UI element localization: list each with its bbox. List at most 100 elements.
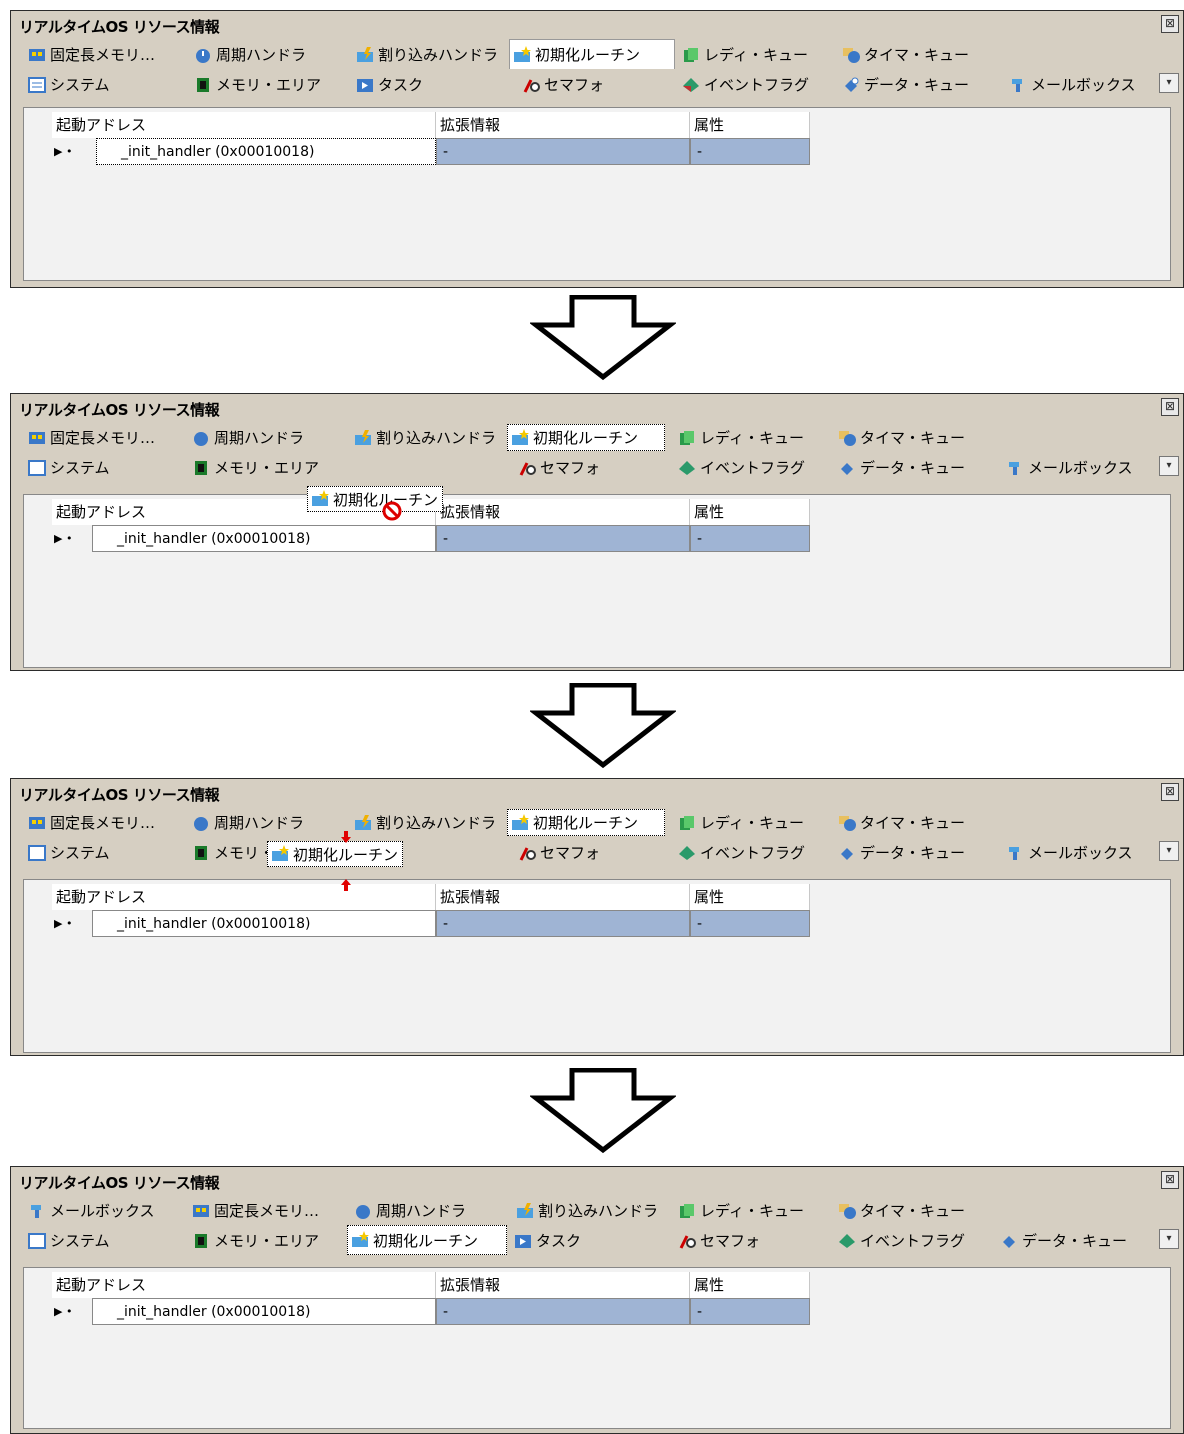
tab-timer-queue[interactable]: タイマ・キュー <box>835 424 965 451</box>
memory-pool-icon <box>27 429 47 447</box>
tab-overflow-dropdown[interactable]: ▾ <box>1159 1229 1179 1249</box>
tab-event-flag[interactable]: イベントフラグ <box>675 839 805 866</box>
tab-memory-area[interactable]: メモリ・エリア <box>189 454 319 481</box>
expand-toggle[interactable]: ▶ • <box>54 1298 94 1325</box>
close-button[interactable]: ⊠ <box>1161 398 1179 416</box>
table-row[interactable]: _init_handler (0x00010018) <box>96 138 436 165</box>
tab-system[interactable]: システム <box>25 454 110 481</box>
tab-mailbox[interactable]: メールボックス <box>25 1197 155 1224</box>
tab-init-routine[interactable]: 初期化ルーチン <box>509 39 675 69</box>
column-header-attr[interactable]: 属性 <box>690 499 810 525</box>
tab-fixed-memory[interactable]: 固定長メモリ… <box>25 424 155 451</box>
mailbox-icon <box>1008 76 1028 94</box>
table-row[interactable]: _init_handler (0x00010018) <box>92 910 436 937</box>
column-header-attr[interactable]: 属性 <box>690 112 810 138</box>
queue-icon <box>677 1202 697 1220</box>
folder-star-icon <box>510 428 530 447</box>
drop-marker-down-icon <box>341 831 351 843</box>
tab-timer-queue[interactable]: タイマ・キュー <box>835 1197 965 1224</box>
tab-memory-area[interactable]: メモリ・エリア <box>191 71 321 98</box>
tab-ready-queue[interactable]: レディ・キュー <box>675 1197 804 1224</box>
tab-task[interactable]: タスク <box>353 71 423 98</box>
tab-init-routine[interactable]: 初期化ルーチン <box>347 1225 507 1255</box>
tab-data-queue[interactable]: データ・キュー <box>835 839 965 866</box>
tab-overflow-dropdown[interactable]: ▾ <box>1159 73 1179 93</box>
tab-timer-queue[interactable]: タイマ・キュー <box>839 41 969 68</box>
resource-panel-3: リアルタイムOS リソース情報 ⊠ 固定長メモリ… 周期ハンドラ 割り込みハンド… <box>10 778 1184 1056</box>
tab-cyclic-handler[interactable]: 周期ハンドラ <box>351 1197 466 1224</box>
tab-ready-queue[interactable]: レディ・キュー <box>679 41 808 68</box>
tab-event-flag[interactable]: イベントフラグ <box>835 1227 965 1254</box>
column-header-ext[interactable]: 拡張情報 <box>436 1272 690 1298</box>
tab-data-queue[interactable]: データ・キュー <box>839 71 969 98</box>
expand-toggle[interactable]: ▶ • <box>54 910 94 937</box>
tab-mailbox[interactable]: メールボックス <box>1006 71 1136 98</box>
table-row[interactable]: _init_handler (0x00010018) <box>92 1298 436 1325</box>
tab-cyclic-handler[interactable]: 周期ハンドラ <box>191 41 306 68</box>
cell-ext: - <box>436 1298 690 1325</box>
tab-semaphore[interactable]: セマフォ <box>675 1227 760 1254</box>
tab-mailbox[interactable]: メールボックス <box>1003 839 1133 866</box>
tab-init-routine[interactable]: 初期化ルーチン <box>507 809 665 836</box>
column-header-attr[interactable]: 属性 <box>690 1272 810 1298</box>
tab-semaphore[interactable]: セマフォ <box>519 71 604 98</box>
cell-attr: - <box>690 910 810 937</box>
tab-semaphore[interactable]: セマフォ <box>515 454 600 481</box>
cell-attr: - <box>690 525 810 552</box>
system-icon <box>27 76 47 94</box>
close-button[interactable]: ⊠ <box>1161 1171 1179 1189</box>
tab-system[interactable]: システム <box>25 71 110 98</box>
table-row[interactable]: _init_handler (0x00010018) <box>92 525 436 552</box>
queue-icon <box>681 46 701 64</box>
timer-icon <box>837 1202 857 1220</box>
tab-event-flag[interactable]: イベントフラグ <box>679 71 809 98</box>
cell-attr: - <box>690 1298 810 1325</box>
mailbox-icon <box>1005 459 1025 477</box>
tab-overflow-dropdown[interactable]: ▾ <box>1159 841 1179 861</box>
tab-event-flag[interactable]: イベントフラグ <box>675 454 805 481</box>
event-flag-icon <box>677 459 697 477</box>
column-header-address[interactable]: 起動アドレス <box>52 112 436 138</box>
tab-interrupt-handler[interactable]: 割り込みハンドラ <box>513 1197 658 1224</box>
semaphore-icon <box>517 459 537 477</box>
tab-system[interactable]: システム <box>25 1227 110 1254</box>
tab-interrupt-handler[interactable]: 割り込みハンドラ <box>351 809 496 836</box>
expand-toggle[interactable]: ▶ • <box>54 525 94 552</box>
tab-cyclic-handler[interactable]: 周期ハンドラ <box>189 424 304 451</box>
down-arrow-icon <box>530 295 676 381</box>
tab-timer-queue[interactable]: タイマ・キュー <box>835 809 965 836</box>
tab-interrupt-handler[interactable]: 割り込みハンドラ <box>353 41 498 68</box>
task-icon <box>355 76 375 94</box>
close-button[interactable]: ⊠ <box>1161 15 1179 33</box>
tab-memory-area[interactable]: メモリ・エリア <box>189 1227 319 1254</box>
tab-init-routine[interactable]: 初期化ルーチン <box>507 424 665 451</box>
tab-interrupt-handler[interactable]: 割り込みハンドラ <box>351 424 496 451</box>
expand-toggle[interactable]: ▶ • <box>54 138 94 165</box>
column-header-address[interactable]: 起動アドレス <box>52 884 436 910</box>
semaphore-icon <box>677 1232 697 1250</box>
resource-list: 起動アドレス 拡張情報 属性 ▶ • _init_handler (0x0001… <box>23 494 1171 668</box>
column-header-ext[interactable]: 拡張情報 <box>436 884 690 910</box>
tab-overflow-dropdown[interactable]: ▾ <box>1159 456 1179 476</box>
close-button[interactable]: ⊠ <box>1161 783 1179 801</box>
column-header-attr[interactable]: 属性 <box>690 884 810 910</box>
cell-attr: - <box>690 138 810 165</box>
column-header-ext[interactable]: 拡張情報 <box>436 112 690 138</box>
data-queue-icon <box>841 76 861 94</box>
window-title: リアルタイムOS リソース情報 <box>19 401 220 419</box>
tab-ready-queue[interactable]: レディ・キュー <box>675 809 804 836</box>
tab-data-queue[interactable]: データ・キュー <box>997 1227 1127 1254</box>
tab-fixed-memory[interactable]: 固定長メモリ… <box>25 809 155 836</box>
tab-fixed-memory[interactable]: 固定長メモリ… <box>189 1197 319 1224</box>
resource-panel-4: リアルタイムOS リソース情報 ⊠ メールボックス 固定長メモリ… 周期ハンドラ… <box>10 1166 1184 1434</box>
tab-fixed-memory[interactable]: 固定長メモリ… <box>25 41 155 68</box>
tab-data-queue[interactable]: データ・キュー <box>835 454 965 481</box>
tab-cyclic-handler[interactable]: 周期ハンドラ <box>189 809 304 836</box>
tab-semaphore[interactable]: セマフォ <box>515 839 600 866</box>
tab-ready-queue[interactable]: レディ・キュー <box>675 424 804 451</box>
column-header-address[interactable]: 起動アドレス <box>52 1272 436 1298</box>
tab-mailbox[interactable]: メールボックス <box>1003 454 1133 481</box>
tab-task[interactable]: タスク <box>511 1227 581 1254</box>
column-header-ext[interactable]: 拡張情報 <box>436 499 690 525</box>
tab-system[interactable]: システム <box>25 839 110 866</box>
